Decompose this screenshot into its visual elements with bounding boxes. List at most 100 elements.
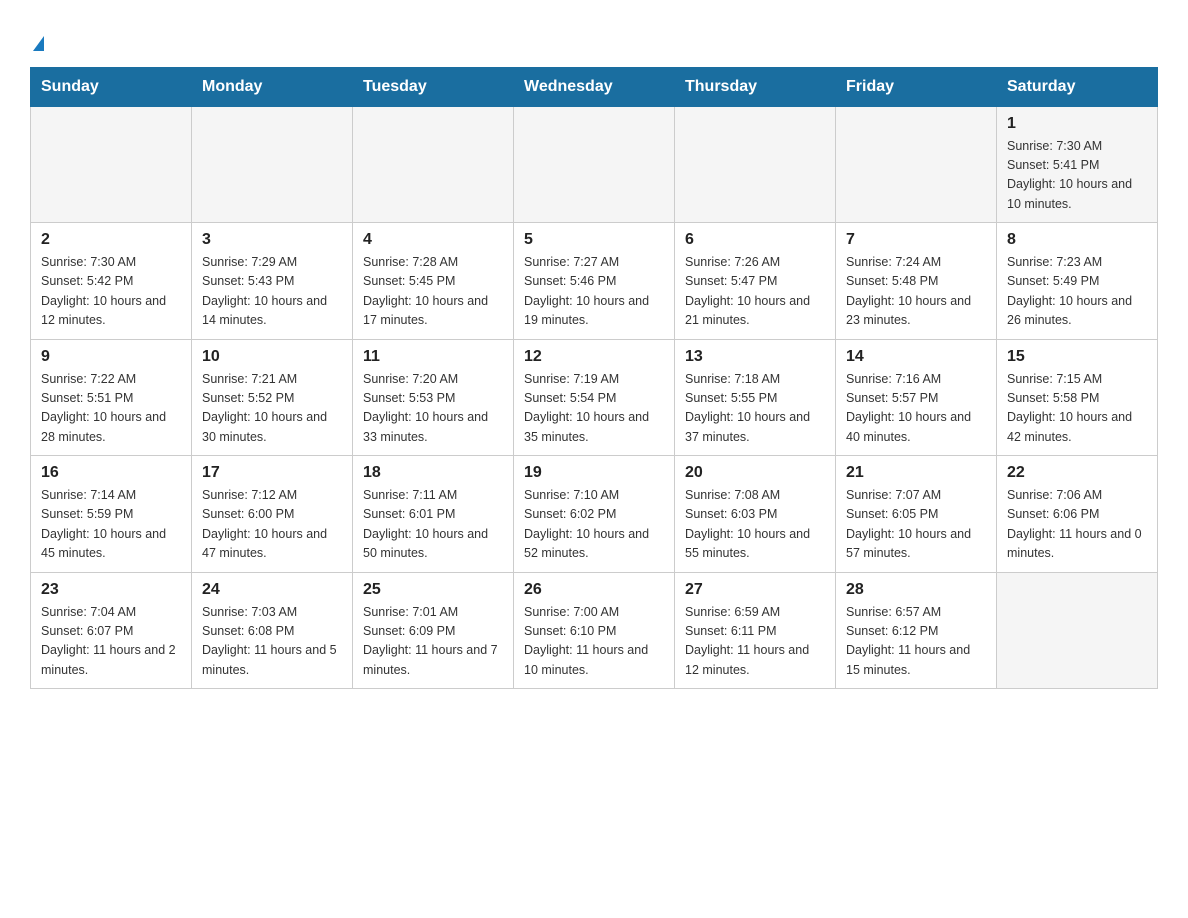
day-number: 14 [846, 348, 986, 366]
calendar-cell: 28Sunrise: 6:57 AMSunset: 6:12 PMDayligh… [836, 572, 997, 689]
day-info: Sunrise: 7:23 AMSunset: 5:49 PMDaylight:… [1007, 253, 1147, 331]
calendar-cell: 17 Sunrise: 7:12 AMSunset: 6:00 PMDayligh… [192, 456, 353, 573]
calendar-table: SundayMondayTuesdayWednesdayThursdayFrid… [30, 67, 1158, 690]
day-info: Sunrise: 7:22 AMSunset: 5:51 PMDaylight:… [41, 370, 181, 448]
day-info: Sunrise: 7:27 AMSunset: 5:46 PMDaylight:… [524, 253, 664, 331]
day-info: Sunrise: 7:24 AMSunset: 5:48 PMDaylight:… [846, 253, 986, 331]
day-number: 24 [202, 581, 342, 599]
calendar-cell: 27Sunrise: 6:59 AMSunset: 6:11 PMDayligh… [675, 572, 836, 689]
day-info: Sunrise: 7:08 AMSunset: 6:03 PMDaylight:… [685, 486, 825, 564]
calendar-cell: 6 Sunrise: 7:26 AMSunset: 5:47 PMDaylight… [675, 223, 836, 340]
calendar-week-row: 1 Sunrise: 7:30 AMSunset: 5:41 PMDaylight… [31, 106, 1158, 223]
calendar-week-row: 23 Sunrise: 7:04 AMSunset: 6:07 PMDayligh… [31, 572, 1158, 689]
calendar-cell: 5 Sunrise: 7:27 AMSunset: 5:46 PMDaylight… [514, 223, 675, 340]
calendar-cell: 13 Sunrise: 7:18 AMSunset: 5:55 PMDayligh… [675, 339, 836, 456]
day-info: Sunrise: 7:14 AMSunset: 5:59 PMDaylight:… [41, 486, 181, 564]
logo-triangle-icon [33, 36, 44, 51]
day-number: 22 [1007, 464, 1147, 482]
calendar-cell: 24 Sunrise: 7:03 AMSunset: 6:08 PMDayligh… [192, 572, 353, 689]
calendar-cell: 19 Sunrise: 7:10 AMSunset: 6:02 PMDayligh… [514, 456, 675, 573]
calendar-cell: 18 Sunrise: 7:11 AMSunset: 6:01 PMDayligh… [353, 456, 514, 573]
calendar-cell: 3 Sunrise: 7:29 AMSunset: 5:43 PMDaylight… [192, 223, 353, 340]
calendar-cell: 8 Sunrise: 7:23 AMSunset: 5:49 PMDaylight… [997, 223, 1158, 340]
day-number: 4 [363, 231, 503, 249]
day-number: 6 [685, 231, 825, 249]
calendar-cell: 23 Sunrise: 7:04 AMSunset: 6:07 PMDayligh… [31, 572, 192, 689]
day-info: Sunrise: 7:07 AMSunset: 6:05 PMDaylight:… [846, 486, 986, 564]
day-number: 9 [41, 348, 181, 366]
day-number: 1 [1007, 115, 1147, 133]
calendar-week-row: 2 Sunrise: 7:30 AMSunset: 5:42 PMDaylight… [31, 223, 1158, 340]
day-number: 3 [202, 231, 342, 249]
day-info: Sunrise: 7:30 AMSunset: 5:41 PMDaylight:… [1007, 137, 1147, 215]
day-info: Sunrise: 7:03 AMSunset: 6:08 PMDaylight:… [202, 603, 342, 681]
calendar-cell [997, 572, 1158, 689]
day-info: Sunrise: 7:18 AMSunset: 5:55 PMDaylight:… [685, 370, 825, 448]
day-number: 15 [1007, 348, 1147, 366]
calendar-cell [192, 106, 353, 223]
day-info: Sunrise: 7:04 AMSunset: 6:07 PMDaylight:… [41, 603, 181, 681]
day-number: 21 [846, 464, 986, 482]
calendar-cell: 22 Sunrise: 7:06 AMSunset: 6:06 PMDayligh… [997, 456, 1158, 573]
day-header-sunday: Sunday [31, 67, 192, 106]
day-info: Sunrise: 6:59 AMSunset: 6:11 PMDaylight:… [685, 603, 825, 681]
day-info: Sunrise: 7:26 AMSunset: 5:47 PMDaylight:… [685, 253, 825, 331]
calendar-cell [353, 106, 514, 223]
day-number: 25 [363, 581, 503, 599]
day-number: 7 [846, 231, 986, 249]
day-number: 19 [524, 464, 664, 482]
day-number: 20 [685, 464, 825, 482]
calendar-cell [675, 106, 836, 223]
calendar-cell: 2 Sunrise: 7:30 AMSunset: 5:42 PMDaylight… [31, 223, 192, 340]
calendar-cell: 1 Sunrise: 7:30 AMSunset: 5:41 PMDaylight… [997, 106, 1158, 223]
day-info: Sunrise: 7:15 AMSunset: 5:58 PMDaylight:… [1007, 370, 1147, 448]
day-number: 13 [685, 348, 825, 366]
day-number: 26 [524, 581, 664, 599]
day-number: 12 [524, 348, 664, 366]
calendar-cell [31, 106, 192, 223]
day-header-saturday: Saturday [997, 67, 1158, 106]
calendar-cell: 15 Sunrise: 7:15 AMSunset: 5:58 PMDayligh… [997, 339, 1158, 456]
calendar-cell: 21 Sunrise: 7:07 AMSunset: 6:05 PMDayligh… [836, 456, 997, 573]
day-header-wednesday: Wednesday [514, 67, 675, 106]
day-number: 2 [41, 231, 181, 249]
day-number: 11 [363, 348, 503, 366]
day-info: Sunrise: 7:06 AMSunset: 6:06 PMDaylight:… [1007, 486, 1147, 564]
calendar-cell: 7 Sunrise: 7:24 AMSunset: 5:48 PMDaylight… [836, 223, 997, 340]
calendar-cell: 11 Sunrise: 7:20 AMSunset: 5:53 PMDayligh… [353, 339, 514, 456]
day-info: Sunrise: 7:11 AMSunset: 6:01 PMDaylight:… [363, 486, 503, 564]
day-number: 8 [1007, 231, 1147, 249]
logo [30, 20, 44, 57]
day-header-thursday: Thursday [675, 67, 836, 106]
day-header-monday: Monday [192, 67, 353, 106]
calendar-cell: 9 Sunrise: 7:22 AMSunset: 5:51 PMDaylight… [31, 339, 192, 456]
calendar-cell: 26 Sunrise: 7:00 AMSunset: 6:10 PMDayligh… [514, 572, 675, 689]
day-info: Sunrise: 7:12 AMSunset: 6:00 PMDaylight:… [202, 486, 342, 564]
calendar-cell: 16 Sunrise: 7:14 AMSunset: 5:59 PMDayligh… [31, 456, 192, 573]
calendar-cell: 12Sunrise: 7:19 AMSunset: 5:54 PMDayligh… [514, 339, 675, 456]
day-info: Sunrise: 7:16 AMSunset: 5:57 PMDaylight:… [846, 370, 986, 448]
calendar-cell [514, 106, 675, 223]
calendar-cell: 25 Sunrise: 7:01 AMSunset: 6:09 PMDayligh… [353, 572, 514, 689]
calendar-header-row: SundayMondayTuesdayWednesdayThursdayFrid… [31, 67, 1158, 106]
day-info: Sunrise: 7:28 AMSunset: 5:45 PMDaylight:… [363, 253, 503, 331]
day-number: 16 [41, 464, 181, 482]
day-number: 17 [202, 464, 342, 482]
day-info: Sunrise: 7:29 AMSunset: 5:43 PMDaylight:… [202, 253, 342, 331]
day-header-tuesday: Tuesday [353, 67, 514, 106]
day-number: 18 [363, 464, 503, 482]
day-info: Sunrise: 7:00 AMSunset: 6:10 PMDaylight:… [524, 603, 664, 681]
day-info: Sunrise: 7:01 AMSunset: 6:09 PMDaylight:… [363, 603, 503, 681]
calendar-cell: 14 Sunrise: 7:16 AMSunset: 5:57 PMDayligh… [836, 339, 997, 456]
day-info: Sunrise: 7:30 AMSunset: 5:42 PMDaylight:… [41, 253, 181, 331]
day-number: 28 [846, 581, 986, 599]
page-header [30, 20, 1158, 57]
day-number: 10 [202, 348, 342, 366]
day-number: 23 [41, 581, 181, 599]
calendar-week-row: 16 Sunrise: 7:14 AMSunset: 5:59 PMDayligh… [31, 456, 1158, 573]
calendar-week-row: 9 Sunrise: 7:22 AMSunset: 5:51 PMDaylight… [31, 339, 1158, 456]
day-info: Sunrise: 7:20 AMSunset: 5:53 PMDaylight:… [363, 370, 503, 448]
day-number: 5 [524, 231, 664, 249]
day-info: Sunrise: 7:10 AMSunset: 6:02 PMDaylight:… [524, 486, 664, 564]
day-header-friday: Friday [836, 67, 997, 106]
